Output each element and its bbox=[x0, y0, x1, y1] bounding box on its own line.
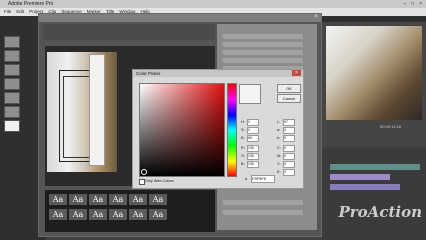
watermark-logo: ProAction bbox=[338, 203, 423, 221]
menu-edit[interactable]: Edit bbox=[16, 9, 24, 14]
titler-close-icon[interactable]: × bbox=[314, 14, 318, 20]
blue-input[interactable]: 245 bbox=[247, 161, 259, 168]
lightness-input[interactable]: 97 bbox=[283, 119, 295, 126]
property-row[interactable] bbox=[223, 58, 303, 63]
hex-label: # bbox=[245, 176, 248, 181]
field-label: B: bbox=[241, 162, 245, 166]
titler-toolbar bbox=[43, 24, 215, 40]
style-swatch[interactable]: Aa bbox=[149, 194, 167, 205]
color-picker-header: Color Picker × bbox=[133, 70, 303, 77]
app-title: Adobe Premiere Pro bbox=[8, 1, 54, 7]
yellow-input[interactable]: 0 bbox=[283, 161, 295, 168]
timeline-panel bbox=[322, 148, 426, 240]
field-label: Y: bbox=[277, 162, 281, 166]
magenta-input[interactable]: 0 bbox=[283, 153, 295, 160]
field-label: M: bbox=[277, 154, 282, 158]
brightness-input[interactable]: 96 bbox=[247, 135, 259, 142]
close-icon[interactable]: × bbox=[292, 70, 301, 76]
video-background bbox=[47, 52, 117, 172]
hue-slider[interactable] bbox=[227, 83, 237, 177]
red-input[interactable]: 245 bbox=[247, 145, 259, 152]
timeline-clip[interactable] bbox=[330, 164, 420, 170]
hex-input[interactable]: F5F5F5 bbox=[251, 175, 275, 183]
color-preview-swatch bbox=[239, 84, 261, 104]
field-label: a: bbox=[277, 128, 281, 132]
selection-tool-button[interactable] bbox=[4, 36, 20, 48]
color-field-marker[interactable] bbox=[141, 169, 147, 175]
style-swatch[interactable]: Aa bbox=[49, 194, 67, 205]
type-tool-button[interactable] bbox=[4, 50, 20, 62]
style-swatch[interactable]: Aa bbox=[69, 194, 87, 205]
b-lab-input[interactable]: 0 bbox=[283, 135, 295, 142]
color-picker-title: Color Picker bbox=[136, 71, 161, 76]
style-swatch[interactable]: Aa bbox=[129, 209, 147, 220]
style-swatch[interactable]: Aa bbox=[109, 194, 127, 205]
hue-input[interactable]: 0 bbox=[247, 119, 259, 126]
style-swatch[interactable]: Aa bbox=[89, 209, 107, 220]
style-swatch[interactable]: Aa bbox=[149, 209, 167, 220]
minimize-icon[interactable]: – bbox=[403, 1, 406, 7]
green-input[interactable]: 245 bbox=[247, 153, 259, 160]
black-input[interactable]: 4 bbox=[283, 169, 295, 176]
a-input[interactable]: 0 bbox=[283, 127, 295, 134]
style-swatch[interactable]: Aa bbox=[129, 194, 147, 205]
style-swatch[interactable]: Aa bbox=[109, 209, 127, 220]
cancel-button[interactable]: Cancel bbox=[277, 94, 301, 103]
monitor-header bbox=[322, 16, 426, 22]
field-label: S: bbox=[241, 128, 245, 132]
property-row[interactable] bbox=[223, 200, 303, 205]
field-label: L: bbox=[277, 120, 281, 124]
property-row[interactable] bbox=[223, 42, 303, 47]
color-picker-dialog: Color Picker × OK Cancel H: 0 S: 0 B: 96… bbox=[132, 69, 304, 189]
ok-button[interactable]: OK bbox=[277, 84, 301, 93]
saturation-input[interactable]: 0 bbox=[247, 127, 259, 134]
pen-tool-button[interactable] bbox=[4, 92, 20, 104]
style-swatch[interactable]: Aa bbox=[89, 194, 107, 205]
menu-file[interactable]: File bbox=[4, 9, 11, 14]
area-type-tool-button[interactable] bbox=[4, 78, 20, 90]
title-shape[interactable] bbox=[89, 54, 105, 166]
field-label: C: bbox=[277, 146, 281, 150]
program-monitor: 00:00:12:16 bbox=[322, 16, 426, 146]
field-label: H: bbox=[241, 120, 245, 124]
monitor-video bbox=[326, 26, 422, 120]
field-label: K: bbox=[277, 170, 281, 174]
field-label: B: bbox=[241, 136, 245, 140]
style-swatch[interactable]: Aa bbox=[49, 209, 67, 220]
timeline-clip[interactable] bbox=[330, 184, 400, 190]
vertical-type-tool-button[interactable] bbox=[4, 64, 20, 76]
field-label: b: bbox=[277, 136, 281, 140]
close-icon[interactable]: × bbox=[419, 1, 422, 7]
rectangle-tool-button[interactable] bbox=[4, 106, 20, 118]
property-row[interactable] bbox=[223, 34, 303, 39]
field-label: R: bbox=[241, 146, 245, 150]
property-row[interactable] bbox=[223, 210, 303, 215]
property-row[interactable] bbox=[223, 50, 303, 55]
title-styles-panel: Aa Aa Aa Aa Aa Aa Aa Aa Aa Aa Aa Aa bbox=[45, 190, 215, 232]
ellipse-tool-button[interactable] bbox=[4, 120, 20, 132]
style-swatch[interactable]: Aa bbox=[69, 209, 87, 220]
maximize-icon[interactable]: □ bbox=[411, 1, 414, 7]
titler-header: × bbox=[39, 14, 321, 22]
field-label: G: bbox=[241, 154, 246, 158]
timecode-display: 00:00:12:16 bbox=[380, 124, 402, 129]
app-titlebar: Adobe Premiere Pro – □ × bbox=[0, 0, 426, 8]
cyan-input[interactable]: 0 bbox=[283, 145, 295, 152]
timeline-clip[interactable] bbox=[330, 174, 390, 180]
color-field[interactable] bbox=[139, 83, 225, 177]
web-colors-label: Only Web Colors bbox=[145, 179, 174, 183]
